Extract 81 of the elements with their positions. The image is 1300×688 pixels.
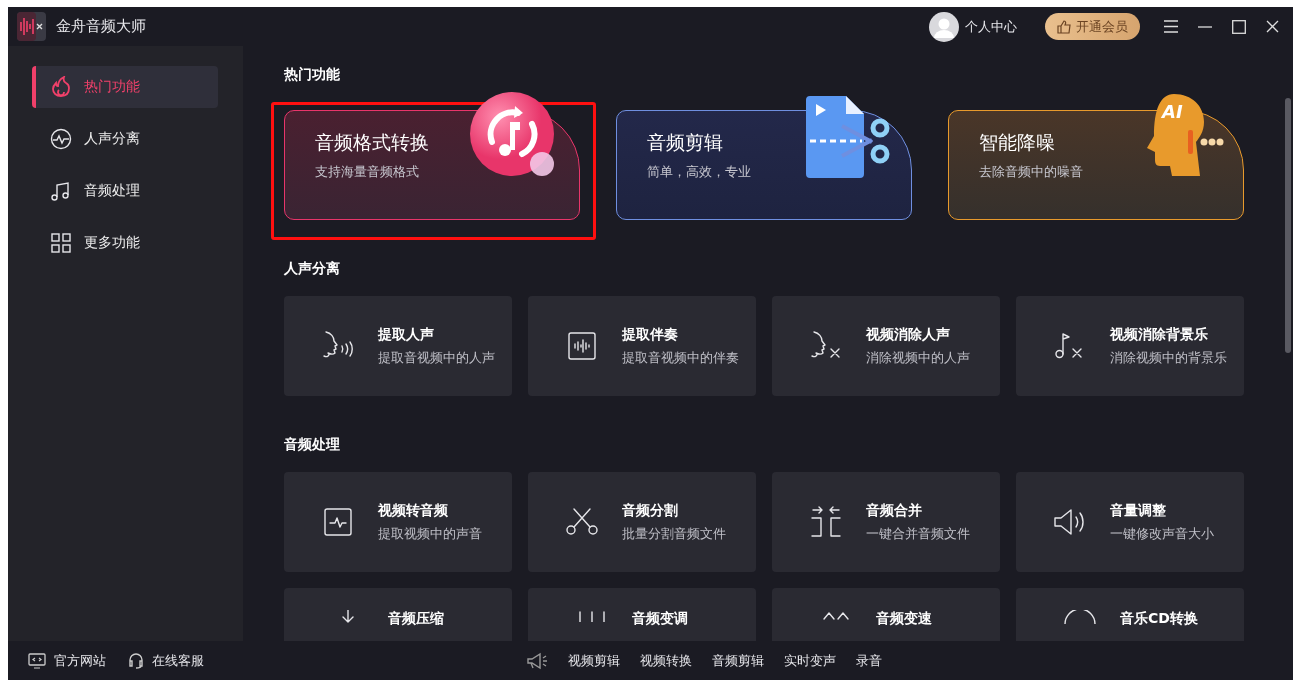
merge-icon	[809, 505, 843, 539]
card-subtitle: 简单，高效，专业	[647, 164, 752, 181]
card-title: 提取人声	[378, 325, 435, 344]
flame-icon	[50, 76, 72, 98]
card-title: 音量调整	[1110, 501, 1167, 520]
tool-card[interactable]: 音频变调	[528, 588, 756, 641]
tool-card[interactable]: 音频变速	[772, 588, 1000, 641]
tool-card[interactable]: 视频消除背景乐 消除视频中的背景乐	[1016, 296, 1244, 396]
tool-card[interactable]: 音乐CD转换	[1016, 588, 1244, 641]
section-title: 人声分离	[284, 260, 341, 278]
quick-link[interactable]: 实时变声	[784, 651, 836, 670]
card-title: 音频剪辑	[647, 130, 724, 155]
waveform-icon	[50, 128, 72, 150]
scissors-icon	[565, 507, 599, 537]
window-title: 金舟音频大师	[56, 17, 147, 36]
card-title: 提取伴奏	[622, 325, 679, 344]
ai-head-icon	[1147, 94, 1224, 176]
tool-card[interactable]: 提取伴奏 提取音视频中的伴奏	[528, 296, 756, 396]
card-subtitle: 消除视频中的背景乐	[1110, 349, 1227, 367]
vip-button[interactable]: 开通会员	[1045, 13, 1140, 40]
tool-card[interactable]: 视频消除人声 消除视频中的人声	[772, 296, 1000, 396]
quick-link[interactable]: 视频剪辑	[568, 651, 620, 670]
card-title: 视频消除背景乐	[1110, 325, 1209, 344]
tool-card[interactable]: 视频转音频 提取视频中的声音	[284, 472, 512, 572]
minimize-icon[interactable]	[1198, 25, 1212, 28]
card-subtitle: 一键合并音频文件	[866, 525, 970, 543]
card-title: 音频变调	[632, 610, 688, 628]
card-subtitle: 消除视频中的人声	[866, 349, 970, 367]
feature-card[interactable]: 智能降噪 去除音频中的噪音 AI	[948, 92, 1244, 220]
close-icon[interactable]	[1266, 20, 1279, 33]
headset-icon	[128, 652, 144, 669]
card-title: 音频格式转换	[315, 130, 430, 155]
quick-link[interactable]: 音频剪辑	[712, 651, 764, 670]
card-subtitle: 批量分割音频文件	[622, 525, 726, 543]
feature-card[interactable]: 音频剪辑 简单，高效，专业	[616, 92, 912, 220]
card-subtitle: 提取音视频中的伴奏	[622, 349, 739, 367]
ai-label: AI	[1162, 101, 1183, 122]
thumbs-up-icon	[1057, 19, 1072, 34]
card-title: 音频合并	[866, 501, 923, 520]
grid-icon	[50, 232, 72, 254]
tool-card[interactable]: 音频合并 一键合并音频文件	[772, 472, 1000, 572]
user-center-link[interactable]: 个人中心	[929, 11, 1017, 42]
website-link[interactable]: 官方网站	[28, 651, 106, 670]
card-title: 视频消除人声	[866, 325, 951, 344]
support-link[interactable]: 在线客服	[128, 651, 204, 670]
waveform-box-icon	[567, 331, 597, 361]
speed-icon	[821, 610, 851, 620]
card-subtitle: 提取音视频中的人声	[378, 349, 495, 367]
section-title: 热门功能	[284, 66, 341, 84]
monitor-icon	[28, 652, 46, 669]
maximize-icon[interactable]	[1232, 19, 1246, 34]
card-subtitle: 提取视频中的声音	[378, 525, 482, 543]
avatar-icon	[929, 11, 959, 42]
card-title: 智能降噪	[979, 130, 1056, 155]
video-wave-icon	[323, 507, 353, 537]
megaphone-icon	[526, 651, 548, 670]
pitch-icon	[577, 610, 607, 622]
card-subtitle: 去除音频中的噪音	[979, 164, 1084, 181]
sidebar-item[interactable]: 热门功能	[32, 66, 218, 108]
sidebar-item[interactable]: 音频处理	[32, 170, 218, 212]
tool-card[interactable]: 提取人声 提取音视频中的人声	[284, 296, 512, 396]
card-title: 音频分割	[622, 501, 679, 520]
section-title: 音频处理	[284, 436, 341, 454]
quick-link[interactable]: 视频转换	[640, 651, 692, 670]
card-title: 音乐CD转换	[1120, 610, 1198, 628]
card-title: 音频压缩	[388, 610, 444, 628]
sidebar-item[interactable]: 更多功能	[32, 222, 218, 264]
tool-card[interactable]: 音频压缩	[284, 588, 512, 641]
sidebar-item[interactable]: 人声分离	[32, 118, 218, 160]
card-subtitle: 支持海量音频格式	[315, 164, 420, 181]
scrollbar-thumb[interactable]	[1285, 98, 1291, 353]
quick-link[interactable]: 录音	[856, 651, 882, 670]
card-subtitle: 一键修改声音大小	[1110, 525, 1214, 543]
tool-card[interactable]: 音量调整 一键修改声音大小	[1016, 472, 1244, 572]
tool-card[interactable]: 音频分割 批量分割音频文件	[528, 472, 756, 572]
feature-card[interactable]: 音频格式转换 支持海量音频格式	[284, 92, 580, 220]
music-note-icon	[50, 180, 72, 202]
card-title: 音频变速	[876, 610, 932, 628]
app-logo-icon	[17, 12, 46, 41]
card-title: 视频转音频	[378, 501, 449, 520]
menu-icon[interactable]	[1164, 20, 1178, 33]
